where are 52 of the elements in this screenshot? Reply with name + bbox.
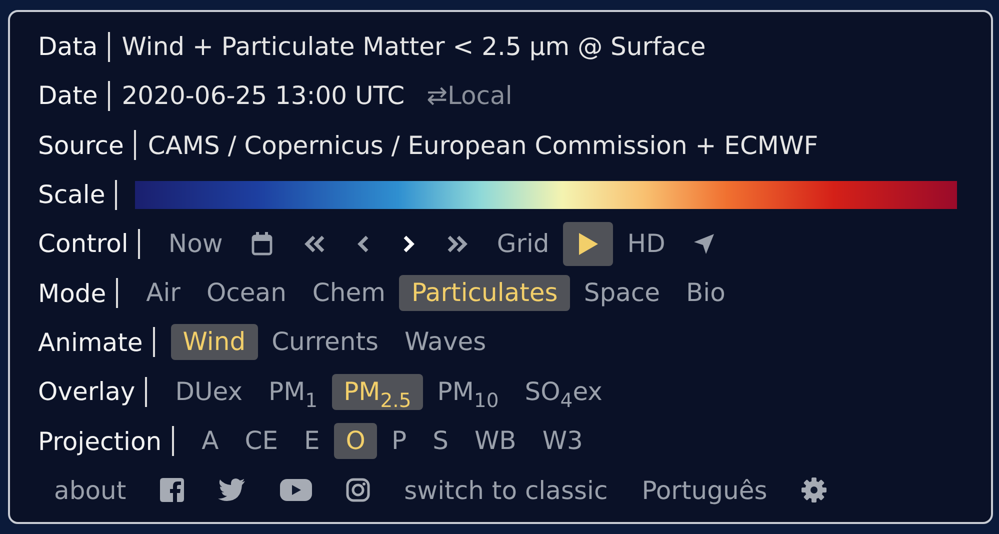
youtube-icon[interactable]: [280, 478, 312, 502]
footer-link[interactable]: switch to classic: [404, 476, 608, 505]
calendar-icon: [250, 232, 273, 256]
row-value: CAMS / Copernicus / European Commission + ECMWF: [148, 130, 818, 160]
local-toggle[interactable]: ⇄Local: [426, 81, 512, 110]
row-label: Source: [38, 130, 124, 160]
option-button[interactable]: WB: [462, 423, 528, 460]
option-button[interactable]: Particulates: [399, 275, 570, 312]
option-button[interactable]: HD: [615, 226, 678, 262]
option-button[interactable]: CE: [232, 423, 290, 460]
option-button[interactable]: Wind: [170, 324, 258, 360]
footer-link[interactable]: Português: [642, 476, 768, 505]
twitter-icon[interactable]: [218, 478, 246, 502]
option-button[interactable]: W3: [530, 423, 595, 460]
footer-link[interactable]: about: [54, 476, 126, 505]
row-label: Animate: [38, 328, 143, 357]
settings-icon[interactable]: [801, 477, 828, 504]
option-button[interactable]: Waves: [392, 324, 498, 360]
play-button[interactable]: [563, 222, 614, 266]
option-button[interactable]: Ocean: [194, 275, 298, 312]
option-button[interactable]: A: [190, 423, 231, 460]
double-chevron-left-icon: [302, 234, 327, 254]
option-button[interactable]: Currents: [260, 324, 391, 360]
option-button[interactable]: PM$_{1}$: [256, 374, 330, 410]
row-value: Wind + Particulate Matter < 2.5 µm @ Surface: [122, 32, 706, 62]
row-label: Overlay: [38, 377, 136, 406]
option-button[interactable]: Air: [134, 275, 192, 312]
row-label: Projection: [38, 426, 162, 456]
option-button[interactable]: Grid: [484, 226, 562, 262]
play-icon: [577, 232, 600, 256]
option-button[interactable]: S: [420, 423, 460, 460]
option-button[interactable]: DUex: [163, 374, 254, 410]
option-button[interactable]: PM$_{2.5}$: [332, 374, 424, 410]
facebook-icon[interactable]: [160, 478, 184, 502]
row-label: Data: [38, 32, 98, 62]
date-value: 2020-06-25 13:00 UTC: [122, 81, 405, 110]
option-button[interactable]: P: [379, 423, 419, 460]
option-button[interactable]: E: [292, 423, 332, 460]
instagram-icon[interactable]: [346, 478, 370, 502]
option-button[interactable]: O: [334, 423, 378, 460]
locate-arrow-icon: [693, 232, 716, 255]
row-label: Date: [38, 81, 98, 110]
option-button[interactable]: Bio: [674, 275, 738, 312]
option-button[interactable]: SO$_{4}$ex: [512, 374, 614, 410]
chevron-left-icon: [356, 234, 371, 254]
option-button[interactable]: Now: [156, 226, 235, 262]
option-button[interactable]: Chem: [300, 275, 398, 312]
row-label: Scale: [38, 180, 106, 210]
row-label: Control: [38, 229, 128, 258]
option-button[interactable]: Space: [572, 275, 672, 312]
row-label: Mode: [38, 278, 106, 308]
option-button[interactable]: PM$_{10}$: [425, 374, 511, 410]
